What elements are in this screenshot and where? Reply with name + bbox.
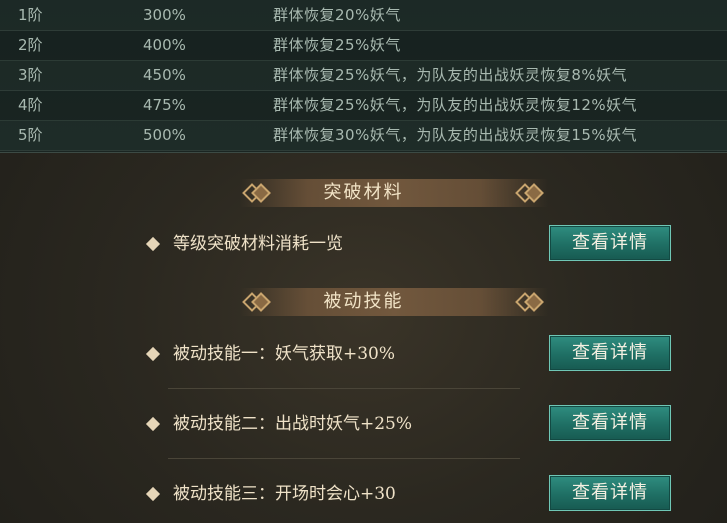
item-label: 被动技能三：开场时会心+30 <box>173 484 396 504</box>
section-header-breakthrough: 突破材料 <box>0 176 727 210</box>
section-title: 突破材料 <box>323 182 404 203</box>
list-item: 等级突破材料消耗一览 查看详情 <box>140 222 680 270</box>
section-title: 被动技能 <box>323 291 404 312</box>
effect-cell: 群体恢复20%妖气 <box>273 6 401 24</box>
list-item: 被动技能三：开场时会心+30 查看详情 <box>140 472 680 520</box>
effect-cell: 群体恢复25%妖气，为队友的出战妖灵恢复8%妖气 <box>273 66 628 84</box>
table-row: 4阶 475% 群体恢复25%妖气，为队友的出战妖灵恢复12%妖气 <box>0 90 727 121</box>
view-details-button[interactable]: 查看详情 <box>549 475 671 511</box>
table-row: 1阶 300% 群体恢复20%妖气 <box>0 0 727 31</box>
diamond-bullet-icon <box>145 346 161 362</box>
rank-cell: 3阶 <box>18 66 43 84</box>
view-details-button[interactable]: 查看详情 <box>549 405 671 441</box>
rank-cell: 4阶 <box>18 96 43 114</box>
rank-cell: 1阶 <box>18 6 43 24</box>
diamond-bullet-icon <box>145 486 161 502</box>
effect-cell: 群体恢复25%妖气 <box>273 36 401 54</box>
view-details-button[interactable]: 查看详情 <box>549 225 671 261</box>
effect-cell: 群体恢复30%妖气，为队友的出战妖灵恢复15%妖气 <box>273 126 638 144</box>
percent-cell: 400% <box>143 36 186 54</box>
rank-cell: 2阶 <box>18 36 43 54</box>
effect-cell: 群体恢复25%妖气，为队友的出战妖灵恢复12%妖气 <box>273 96 638 114</box>
table-row: 3阶 450% 群体恢复25%妖气，为队友的出战妖灵恢复8%妖气 <box>0 60 727 91</box>
list-item: 被动技能二：出战时妖气+25% 查看详情 <box>140 402 680 450</box>
item-label: 等级突破材料消耗一览 <box>173 234 343 254</box>
percent-cell: 450% <box>143 66 186 84</box>
list-item: 被动技能一：妖气获取+30% 查看详情 <box>140 332 680 380</box>
rank-cell: 5阶 <box>18 126 43 144</box>
table-row: 5阶 500% 群体恢复30%妖气，为队友的出战妖灵恢复15%妖气 <box>0 120 727 151</box>
section-header-passive: 被动技能 <box>0 285 727 319</box>
table-row: 2阶 400% 群体恢复25%妖气 <box>0 30 727 61</box>
divider <box>168 458 520 459</box>
view-details-button[interactable]: 查看详情 <box>549 335 671 371</box>
percent-cell: 300% <box>143 6 186 24</box>
item-label: 被动技能二：出战时妖气+25% <box>173 414 413 434</box>
diamond-bullet-icon <box>145 236 161 252</box>
rank-table: 1阶 300% 群体恢复20%妖气 2阶 400% 群体恢复25%妖气 3阶 4… <box>0 0 727 153</box>
divider <box>168 388 520 389</box>
percent-cell: 500% <box>143 126 186 144</box>
percent-cell: 475% <box>143 96 186 114</box>
diamond-bullet-icon <box>145 416 161 432</box>
item-label: 被动技能一：妖气获取+30% <box>173 344 396 364</box>
